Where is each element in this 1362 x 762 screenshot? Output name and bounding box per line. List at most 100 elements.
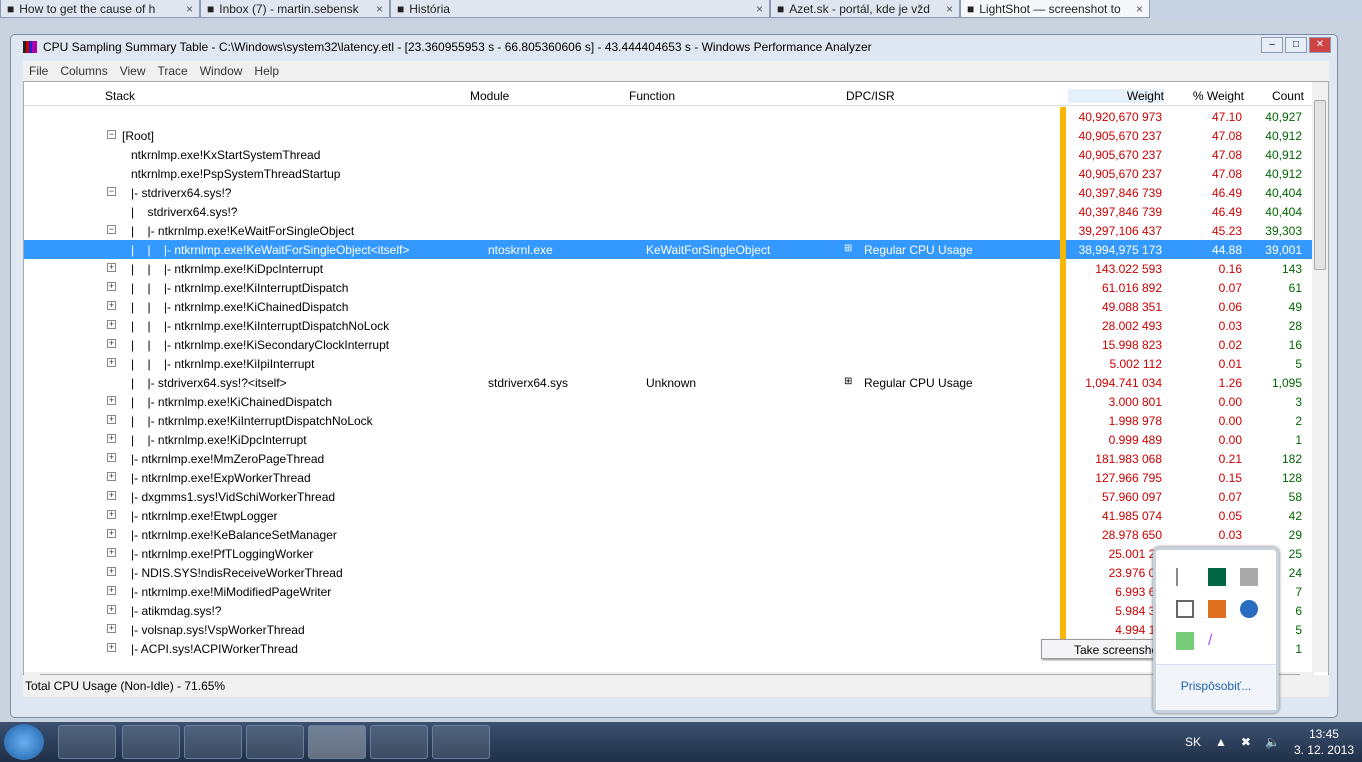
network-icon[interactable] <box>1240 568 1258 586</box>
table-row[interactable]: 40,920,670 973 47.10 40,927 <box>24 107 1312 126</box>
menu-view[interactable]: View <box>114 61 152 81</box>
expand-icon[interactable]: + <box>107 605 116 614</box>
browser-tab[interactable]: ■ História × <box>390 0 770 18</box>
expand-icon[interactable]: + <box>107 491 116 500</box>
expand-icon[interactable]: + <box>107 358 116 367</box>
expand-icon[interactable]: + <box>107 396 116 405</box>
expand-icon[interactable]: + <box>107 472 116 481</box>
minimize-button[interactable]: – <box>1261 37 1283 53</box>
table-row[interactable]: ntkrnlmp.exe!PspSystemThreadStartup 40,90… <box>24 164 1312 183</box>
table-row[interactable]: + |- ntkrnlmp.exe!MmZeroPageThread 181.983… <box>24 449 1312 468</box>
expand-icon[interactable]: + <box>107 529 116 538</box>
expand-icon[interactable]: + <box>107 415 116 424</box>
network-taskbar-icon[interactable] <box>432 725 490 759</box>
expand-icon[interactable]: + <box>107 282 116 291</box>
green-app-icon[interactable] <box>1176 632 1194 650</box>
table-row[interactable]: + |- atikmdag.sys!? 5.984 33 6 <box>24 601 1312 620</box>
table-row[interactable]: + | | |- ntkrnlmp.exe!KiDpcInterrupt 143.0… <box>24 259 1312 278</box>
browser-tab[interactable]: ■ Inbox (7) - martin.sebensk × <box>200 0 390 18</box>
cmd-taskbar-icon[interactable] <box>246 725 304 759</box>
menu-columns[interactable]: Columns <box>54 61 113 81</box>
maximize-button[interactable]: □ <box>1285 37 1307 53</box>
col-percent-weight[interactable]: % Weight <box>1168 89 1244 103</box>
java-icon[interactable] <box>1208 600 1226 618</box>
bluetooth-icon[interactable] <box>1240 600 1258 618</box>
collapse-icon[interactable]: − <box>107 187 116 196</box>
collapse-icon[interactable]: − <box>107 225 116 234</box>
expand-icon[interactable]: + <box>107 320 116 329</box>
table-row[interactable]: + | | |- ntkrnlmp.exe!KiInterruptDispatch… <box>24 278 1312 297</box>
table-row[interactable]: − | |- ntkrnlmp.exe!KeWaitForSingleObject… <box>24 221 1312 240</box>
expand-icon[interactable]: + <box>107 586 116 595</box>
expand-icon[interactable]: ⊞ <box>844 243 852 254</box>
table-row[interactable]: ntkrnlmp.exe!KxStartSystemThread 40,905,6… <box>24 145 1312 164</box>
table-row[interactable]: + | | |- ntkrnlmp.exe!KiIpiInterrupt 5.002… <box>24 354 1312 373</box>
table-row[interactable]: + |- ntkrnlmp.exe!MiModifiedPageWriter 6.9… <box>24 582 1312 601</box>
vertical-scrollbar[interactable] <box>1312 82 1328 672</box>
table-row[interactable]: + | |- ntkrnlmp.exe!KiDpcInterrupt 0.999 4… <box>24 430 1312 449</box>
show-hidden-icons-button[interactable]: ▲ <box>1215 735 1227 749</box>
table-row[interactable]: + |- dxgmms1.sys!VidSchiWorkerThread 57.96… <box>24 487 1312 506</box>
tab-close-icon[interactable]: × <box>946 2 953 16</box>
expand-icon[interactable]: + <box>107 434 116 443</box>
expand-icon[interactable]: + <box>107 643 116 652</box>
expand-icon[interactable]: ⊞ <box>844 376 852 387</box>
expand-icon[interactable]: + <box>107 624 116 633</box>
tab-close-icon[interactable]: × <box>756 2 763 16</box>
cpu-meter-icon[interactable] <box>1208 568 1226 586</box>
browser-tab[interactable]: ■ LightShot — screenshot to × <box>960 0 1150 18</box>
table-row[interactable]: + | |- ntkrnlmp.exe!KiChainedDispatch 3.00… <box>24 392 1312 411</box>
expand-icon[interactable]: + <box>107 301 116 310</box>
table-row[interactable]: | stdriverx64.sys!? 40,397,846 739 46.49 40… <box>24 202 1312 221</box>
col-weight[interactable]: Weight <box>1068 89 1164 103</box>
table-row[interactable]: − [Root] 40,905,670 237 47.08 40,912 <box>24 126 1312 145</box>
expand-icon[interactable]: + <box>107 453 116 462</box>
expand-icon[interactable]: + <box>107 567 116 576</box>
expand-icon[interactable]: + <box>107 339 116 348</box>
eve-taskbar-icon[interactable] <box>122 725 180 759</box>
col-module[interactable]: Module <box>470 89 509 103</box>
customize-link[interactable]: Prispôsobiť... <box>1156 664 1276 710</box>
expand-icon[interactable]: + <box>107 263 116 272</box>
table-row[interactable]: | | |- ntkrnlmp.exe!KeWaitForSingleObjec… <box>24 240 1312 259</box>
expand-icon[interactable]: + <box>107 548 116 557</box>
table-row[interactable]: + | | |- ntkrnlmp.exe!KiInterruptDispatch… <box>24 316 1312 335</box>
browser-tab[interactable]: ■ Azet.sk - portál, kde je vžd × <box>770 0 960 18</box>
table-row[interactable]: + | | |- ntkrnlmp.exe!KiChainedDispatch 49… <box>24 297 1312 316</box>
explorer-taskbar-icon[interactable] <box>370 725 428 759</box>
col-function[interactable]: Function <box>629 89 675 103</box>
chrome-taskbar-icon[interactable] <box>58 725 116 759</box>
tab-close-icon[interactable]: × <box>1136 2 1143 16</box>
table-row[interactable]: − |- stdriverx64.sys!? 40,397,846 739 46.49… <box>24 183 1312 202</box>
table-row[interactable]: + |- ntkrnlmp.exe!PfTLoggingWorker 25.001 … <box>24 544 1312 563</box>
flag-icon[interactable] <box>1176 568 1194 586</box>
table-row[interactable]: + |- ntkrnlmp.exe!EtwpLogger 41.985 074 0.0… <box>24 506 1312 525</box>
col-stack[interactable]: Stack <box>105 89 135 103</box>
col-dpc-isr[interactable]: DPC/ISR <box>846 89 895 103</box>
menu-help[interactable]: Help <box>248 61 285 81</box>
language-indicator[interactable]: SK <box>1185 735 1201 749</box>
volume-icon[interactable]: 🔈 <box>1265 735 1280 749</box>
lightshot-feather-icon[interactable]: / <box>1208 632 1226 650</box>
wpa-taskbar-icon[interactable] <box>308 725 366 759</box>
browser-tab[interactable]: ■ How to get the cause of h × <box>0 0 200 18</box>
clock[interactable]: 13:45 3. 12. 2013 <box>1294 726 1354 758</box>
table-row[interactable]: + |- NDIS.SYS!ndisReceiveWorkerThread 23.9… <box>24 563 1312 582</box>
menu-window[interactable]: Window <box>194 61 249 81</box>
table-row[interactable]: + | | |- ntkrnlmp.exe!KiSecondaryClockInt… <box>24 335 1312 354</box>
menu-file[interactable]: File <box>23 61 54 81</box>
menu-trace[interactable]: Trace <box>152 61 194 81</box>
table-row[interactable]: + |- ntkrnlmp.exe!ExpWorkerThread 127.966 … <box>24 468 1312 487</box>
table-row[interactable]: + |- ntkrnlmp.exe!KeBalanceSetManager 28.9… <box>24 525 1312 544</box>
tab-close-icon[interactable]: × <box>186 2 193 16</box>
network-tray-icon[interactable]: ✖ <box>1241 735 1251 749</box>
table-row[interactable]: + |- volsnap.sys!VspWorkerThread 4.994 18 5 <box>24 620 1312 639</box>
start-button[interactable] <box>4 724 44 760</box>
close-button[interactable]: ✕ <box>1309 37 1331 53</box>
collapse-icon[interactable]: − <box>107 130 116 139</box>
tab-close-icon[interactable]: × <box>376 2 383 16</box>
monitor-taskbar-icon[interactable] <box>184 725 242 759</box>
table-row[interactable]: | |- stdriverx64.sys!?<itself> stdriverx6… <box>24 373 1312 392</box>
table-row[interactable]: + | |- ntkrnlmp.exe!KiInterruptDispatchNo… <box>24 411 1312 430</box>
expand-icon[interactable]: + <box>107 510 116 519</box>
